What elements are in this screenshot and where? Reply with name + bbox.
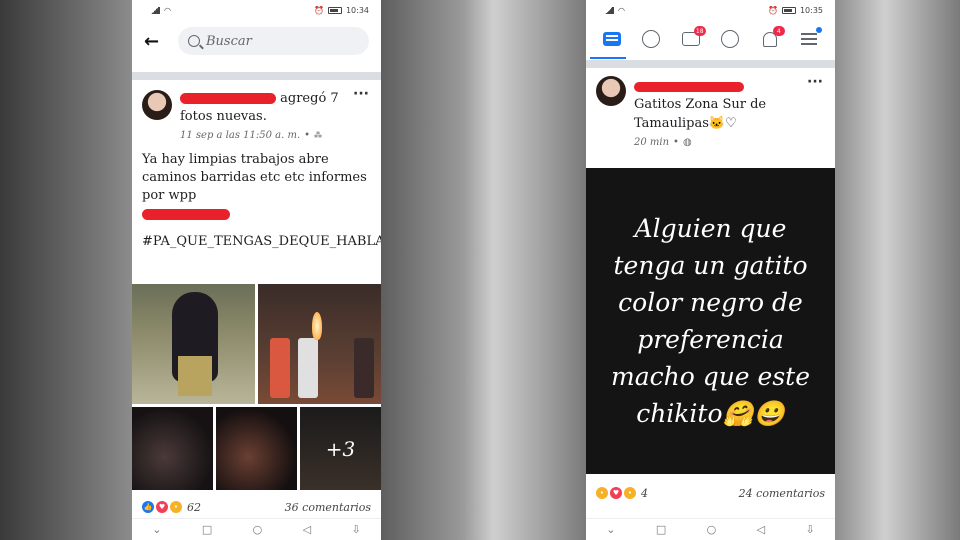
blurred-background-middle: [381, 0, 586, 540]
home-icon[interactable]: ○: [253, 523, 263, 536]
recents-icon[interactable]: □: [202, 523, 212, 536]
post-body: Ya hay limpias trabajos abre caminos bar…: [142, 152, 367, 203]
tab-menu[interactable]: [796, 26, 823, 52]
photo-candles[interactable]: [258, 284, 381, 404]
post-header: Gatitos Zona Sur de Tamaulipas🐱♡ 20 min …: [586, 68, 835, 148]
hamburger-menu-icon: [801, 38, 818, 40]
right-phone-screenshot: ◠ ⏰ 10:35 18 4 Gatitos Zona Sur de Tamaul…: [586, 0, 835, 540]
tab-profile[interactable]: [717, 26, 743, 52]
reactions-bar: • ♥ • 4 24 comentarios: [586, 482, 835, 504]
search-icon: [188, 35, 200, 47]
photo-grid: +3: [132, 284, 381, 490]
chevron-down-icon[interactable]: ⌄: [152, 523, 161, 536]
post-text: Ya hay limpias trabajos abre caminos bar…: [132, 141, 381, 223]
blurred-background-right: [835, 0, 960, 540]
notification-badge: 4: [772, 26, 785, 36]
status-time: 10:35: [799, 5, 823, 15]
search-input[interactable]: Buscar: [178, 27, 369, 55]
photo-dark-1[interactable]: [132, 407, 213, 490]
notification-drawer-icon[interactable]: ⇩: [806, 523, 815, 536]
active-tab-indicator: [590, 57, 626, 59]
post-meta: 20 min • ◍: [634, 137, 825, 148]
divider: [132, 72, 381, 80]
video-badge: 18: [693, 26, 706, 36]
groups-icon: [642, 30, 661, 48]
status-bar: ◠ ⏰ 10:35: [586, 0, 835, 20]
photo-statue[interactable]: [132, 284, 255, 404]
post-author: agregó 7 fotos nuevas.: [180, 90, 371, 126]
menu-dot: [816, 27, 823, 33]
reaction-count: 4: [641, 486, 648, 500]
comments-count[interactable]: 36 comentarios: [285, 501, 371, 514]
facebook-tab-bar: 18 4: [586, 20, 835, 58]
battery-icon: [781, 6, 796, 14]
group-name[interactable]: Gatitos Zona Sur de Tamaulipas🐱♡: [634, 95, 825, 133]
tab-groups[interactable]: [638, 26, 664, 52]
globe-icon: ◍: [682, 137, 692, 148]
profile-icon: [721, 30, 740, 48]
love-reaction-icon: ♥: [610, 487, 622, 499]
back-arrow-icon[interactable]: ←: [144, 31, 164, 52]
dot-separator: •: [304, 130, 311, 141]
status-bar: ◠ ⏰ 10:34: [132, 0, 381, 20]
photo-dark-2[interactable]: [216, 407, 297, 490]
alarm-icon: ⏰: [767, 5, 778, 15]
redaction-mark: [180, 93, 276, 104]
chevron-down-icon[interactable]: ⌄: [606, 523, 615, 536]
redaction-mark: [142, 209, 230, 220]
signal-icon: [604, 6, 614, 14]
android-nav-bar: ⌄ □ ○ ◁ ⇩: [132, 518, 381, 540]
post-timestamp[interactable]: 11 sep a las 11:50 a. m.: [180, 130, 300, 141]
tab-notifications[interactable]: 4: [757, 26, 785, 52]
search-placeholder: Buscar: [206, 33, 252, 49]
avatar[interactable]: [596, 76, 626, 106]
home-icon[interactable]: ○: [707, 523, 717, 536]
text-post-card: Alguien que tenga un gatito color negro …: [586, 168, 835, 474]
blurred-background-left: [0, 0, 132, 540]
search-header: ← Buscar: [132, 20, 381, 62]
post-hashtag[interactable]: #PA_QUE_TENGAS_DEQUE_HABLAR: [132, 223, 381, 251]
status-time: 10:34: [345, 5, 369, 15]
dot-separator: •: [673, 137, 679, 148]
photo-more[interactable]: +3: [300, 407, 381, 490]
reaction-summary[interactable]: • ♥ • 4: [596, 487, 648, 500]
wow-reaction-icon: •: [170, 501, 182, 513]
reaction-count: 62: [187, 500, 201, 514]
sad-reaction-icon: •: [596, 487, 608, 499]
tab-home[interactable]: [599, 26, 625, 52]
post-meta: 11 sep a las 11:50 a. m. • ⁂: [180, 130, 371, 141]
alarm-icon: ⏰: [313, 5, 324, 15]
divider: [586, 60, 835, 68]
news-feed-icon: [602, 32, 621, 46]
back-icon[interactable]: ◁: [757, 523, 765, 536]
comments-count[interactable]: 24 comentarios: [739, 487, 825, 500]
post-header: agregó 7 fotos nuevas. 11 sep a las 11:5…: [132, 80, 381, 141]
more-photos-count: +3: [300, 407, 381, 490]
signal-icon: [150, 6, 160, 14]
redaction-mark: [634, 81, 744, 92]
wifi-icon: ◠: [164, 5, 171, 15]
tab-watch[interactable]: 18: [678, 26, 706, 52]
recents-icon[interactable]: □: [656, 523, 666, 536]
notification-drawer-icon[interactable]: ⇩: [352, 523, 361, 536]
more-options-icon[interactable]: ···: [807, 74, 823, 90]
left-phone-screenshot: ◠ ⏰ 10:34 ← Buscar agregó 7 fotos nuevas.…: [132, 0, 381, 540]
android-nav-bar: ⌄ □ ○ ◁ ⇩: [586, 518, 835, 540]
card-text: Alguien que tenga un gatito color negro …: [610, 214, 811, 428]
love-reaction-icon: ♥: [156, 501, 168, 513]
like-reaction-icon: 👍: [142, 501, 154, 513]
back-icon[interactable]: ◁: [303, 523, 311, 536]
post-timestamp[interactable]: 20 min: [634, 137, 669, 148]
haha-reaction-icon: •: [624, 487, 636, 499]
wifi-icon: ◠: [618, 5, 625, 15]
battery-icon: [327, 6, 342, 14]
avatar[interactable]: [142, 90, 172, 120]
more-options-icon[interactable]: ···: [353, 86, 369, 102]
reaction-summary[interactable]: 👍 ♥ • 62: [142, 501, 201, 514]
reactions-bar: 👍 ♥ • 62 36 comentarios: [132, 496, 381, 518]
friends-audience-icon: ⁂: [314, 131, 323, 140]
